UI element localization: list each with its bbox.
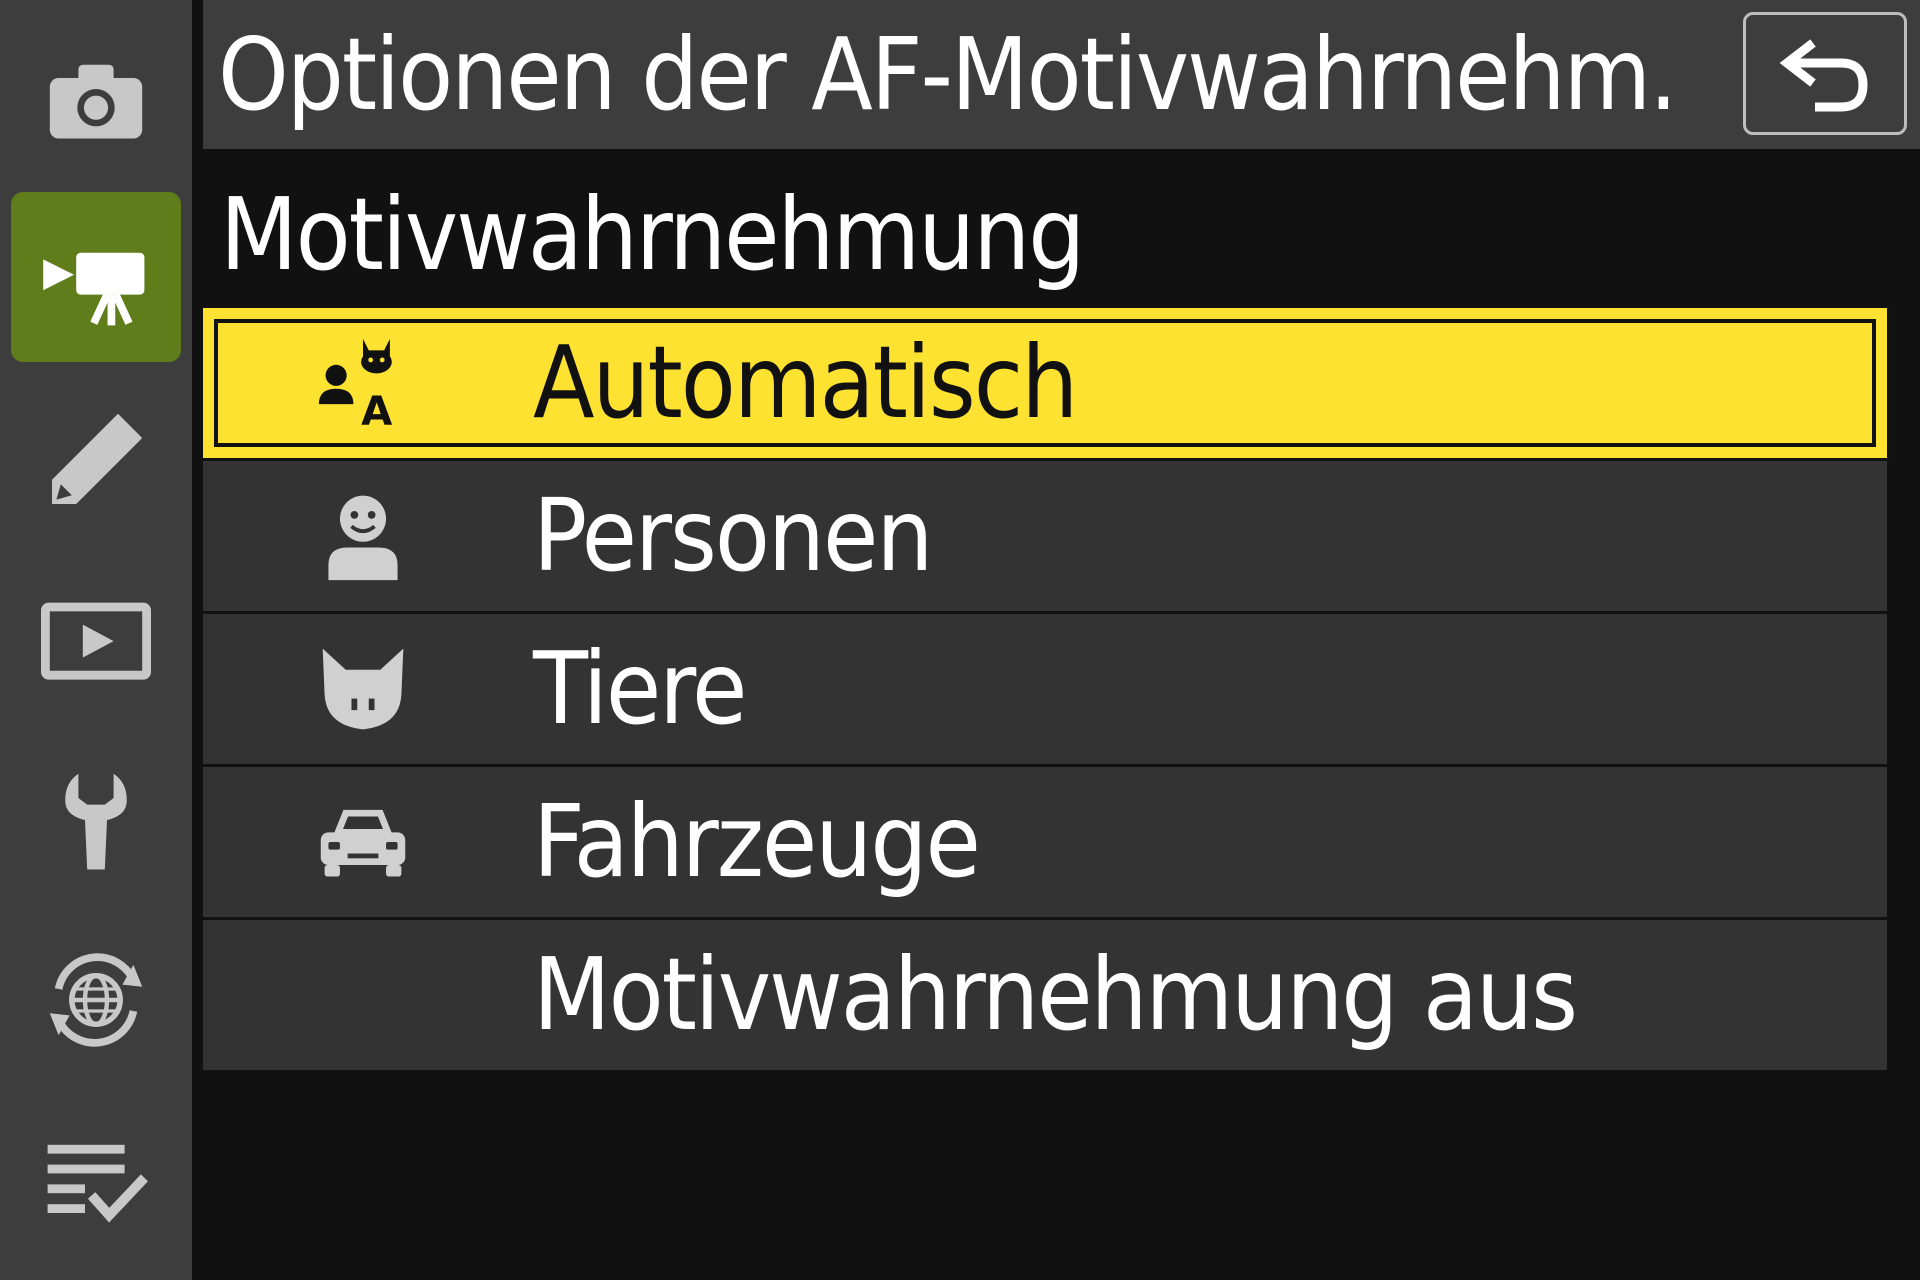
back-return-icon	[1779, 38, 1868, 111]
tab-custom-settings[interactable]	[11, 375, 181, 545]
back-button[interactable]	[1743, 12, 1907, 135]
custom-settings-pencil-icon	[52, 413, 143, 504]
photo-shooting-camera-icon	[49, 64, 143, 139]
svg-text:A: A	[361, 388, 392, 431]
option-label: Motivwahrnehmung aus	[533, 936, 1578, 1053]
sidebar-menu-tabs	[0, 0, 192, 1280]
option-label: Tiere	[533, 630, 747, 747]
setup-wrench-icon	[65, 773, 127, 870]
tab-movie-recording[interactable]	[11, 192, 181, 362]
option-tiere[interactable]: Tiere	[203, 614, 1887, 764]
option-label: Fahrzeuge	[533, 783, 981, 900]
header-bar: Optionen der AF-Motivwahrnehm.	[203, 0, 1920, 149]
page-title: Optionen der AF-Motivwahrnehm.	[218, 16, 1678, 133]
playback-icon	[41, 602, 151, 680]
option-motivwahrnehmung-aus[interactable]: Motivwahrnehmung aus	[203, 920, 1887, 1070]
tab-network[interactable]	[11, 915, 181, 1085]
option-label: Automatisch	[533, 324, 1078, 441]
section-title: Motivwahrnehmung	[220, 176, 1085, 293]
my-menu-checklist-icon	[47, 1144, 149, 1223]
option-personen[interactable]: Personen	[203, 461, 1887, 611]
animal-cat-icon	[313, 639, 413, 739]
option-fahrzeuge[interactable]: Fahrzeuge	[203, 767, 1887, 917]
tab-photo-shooting[interactable]	[11, 15, 181, 185]
tab-playback[interactable]	[11, 555, 181, 725]
movie-recording-icon	[43, 252, 145, 326]
option-label: Personen	[533, 477, 933, 594]
option-automatisch[interactable]: A Automatisch	[203, 308, 1887, 458]
tab-my-menu[interactable]	[11, 1095, 181, 1265]
network-globe-icon	[49, 953, 143, 1047]
auto-subject-detection-icon: A	[313, 333, 413, 433]
tab-setup[interactable]	[11, 735, 181, 905]
person-icon	[313, 486, 413, 586]
vehicle-car-icon	[313, 792, 413, 892]
